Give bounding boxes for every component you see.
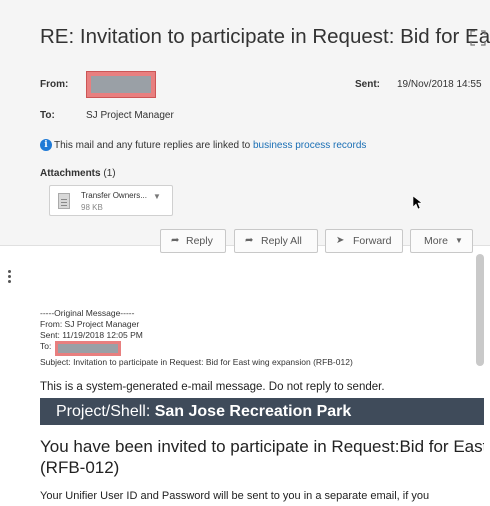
banner-label: Project/Shell: (56, 403, 151, 420)
sent-value: 19/Nov/2018 14:55 (397, 79, 482, 90)
unifier-credentials-text: Your Unifier User ID and Password will b… (40, 490, 430, 502)
reply-label: Reply (186, 235, 213, 247)
reply-icon: ➦ (171, 235, 180, 246)
more-button[interactable]: More ▼ (410, 229, 473, 253)
invitation-text: You have been invited to participate in … (40, 436, 484, 478)
linked-records-notice: This mail and any future replies are lin… (54, 140, 366, 151)
reply-all-label: Reply All (261, 235, 302, 247)
system-message: This is a system-generated e-mail messag… (40, 381, 385, 393)
attachments-heading: Attachments (1) (40, 168, 116, 179)
from-label: From: (40, 79, 69, 90)
reply-all-button[interactable]: ➦ Reply All (234, 229, 318, 253)
attachments-count: (1) (103, 168, 116, 179)
more-options-icon[interactable] (8, 270, 12, 286)
notice-text: This mail and any future replies are lin… (54, 140, 251, 151)
message-title: RE: Invitation to participate in Request… (40, 25, 490, 48)
expand-icon[interactable] (470, 30, 486, 46)
original-from: From: SJ Project Manager (40, 319, 140, 329)
info-icon: i (40, 139, 52, 151)
original-sent: Sent: 11/19/2018 12:05 PM (40, 330, 143, 340)
forward-label: Forward (353, 235, 392, 247)
scrollbar[interactable] (476, 254, 484, 366)
chevron-down-icon[interactable]: ▼ (153, 192, 161, 201)
invitation-line-2: (RFB-012) (40, 458, 120, 477)
message-header: RE: Invitation to participate in Request… (0, 0, 490, 246)
to-label: To: (40, 110, 55, 121)
original-message-header: -----Original Message----- (40, 308, 135, 318)
reply-button[interactable]: ➦ Reply (160, 229, 226, 253)
sent-label: Sent: (355, 79, 380, 90)
project-banner: Project/Shell: San Jose Recreation Park (40, 398, 484, 425)
attachment-item[interactable]: Transfer Owners... 98 KB ▼ (49, 185, 173, 216)
original-subject: Subject: Invitation to participate in Re… (40, 357, 353, 367)
reply-all-icon: ➦ (245, 235, 254, 246)
attachment-name: Transfer Owners... (81, 191, 147, 200)
attachments-label: Attachments (40, 168, 101, 179)
redacted-sender (86, 71, 156, 98)
more-label: More (424, 235, 448, 247)
attachment-size: 98 KB (81, 203, 103, 212)
forward-icon: ➤ (336, 235, 345, 246)
original-to: To: (40, 341, 52, 351)
business-process-records-link[interactable]: business process records (253, 140, 366, 151)
mouse-cursor-icon (413, 196, 423, 210)
forward-button[interactable]: ➤ Forward (325, 229, 403, 253)
chevron-down-icon: ▼ (455, 236, 463, 245)
document-icon (58, 193, 70, 209)
to-value: SJ Project Manager (86, 110, 174, 121)
banner-project-name: San Jose Recreation Park (154, 403, 352, 420)
invitation-line-1: You have been invited to participate in … (40, 437, 484, 456)
redacted-recipient (55, 341, 121, 356)
